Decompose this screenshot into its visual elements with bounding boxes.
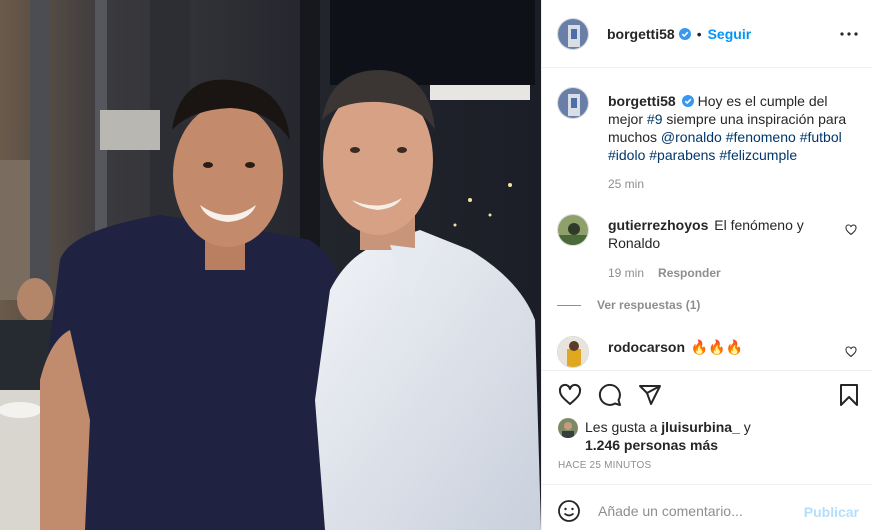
hashtag-link[interactable]: #futbol [800,129,842,145]
separator-dot: • [696,25,702,42]
hashtag-link[interactable]: #felizcumple [719,147,797,163]
comment-meta: 19 min Responder [608,266,721,280]
comment-text: rodocarson 🔥🔥🔥 [608,338,848,356]
replies-line [557,304,581,306]
post-dialog: borgetti58 • Seguir borgetti58 Hoy es el… [0,0,872,530]
likes-prefix: Les gusta a [585,419,658,435]
commenter-username[interactable]: gutierrezhoyos [608,217,708,233]
verified-badge-icon [678,27,691,40]
caption-text: borgetti58 Hoy es el cumple del mejor #9… [608,92,848,164]
add-comment-bar: Publicar [542,484,872,530]
mention-link[interactable]: @ronaldo [661,129,722,145]
post-timestamp[interactable]: Hace 25 minutos [558,460,651,471]
photo-illustration [0,0,541,530]
comment-body: 🔥🔥🔥 [690,339,744,355]
post-side-panel: borgetti58 • Seguir borgetti58 Hoy es el… [541,0,872,530]
view-replies-label: Ver respuestas (1) [597,298,701,312]
more-options-icon[interactable] [837,22,861,46]
reply-button[interactable]: Responder [658,266,721,280]
hashtag-link[interactable]: #idolo [608,147,645,163]
post-photo[interactable] [0,0,541,530]
comments-list[interactable]: borgetti58 Hoy es el cumple del mejor #9… [542,69,872,370]
hashtag-link[interactable]: #9 [647,111,663,127]
commenter-avatar[interactable] [557,336,589,368]
verified-badge-icon [681,95,694,107]
emoji-icon[interactable] [557,499,581,523]
comment-text: gutierrezhoyos El fenómeno y Ronaldo [608,216,848,252]
post-header: borgetti58 • Seguir [542,0,872,68]
bookmark-icon[interactable] [837,383,861,407]
caption-age[interactable]: 25 min [608,177,644,191]
hashtag-link[interactable]: #parabens [649,147,715,163]
heart-icon[interactable] [558,383,582,407]
like-comment-heart-icon[interactable] [845,346,857,358]
view-replies-button[interactable]: Ver respuestas (1) [557,298,700,312]
comment-age[interactable]: 19 min [608,266,644,280]
likes-suffix: y [743,419,751,435]
caption-username[interactable]: borgetti58 [608,93,676,109]
likes-others-link[interactable]: 1.246 personas más [585,437,718,453]
liker-avatar[interactable] [558,418,578,438]
like-comment-heart-icon[interactable] [845,224,857,236]
share-icon[interactable] [638,383,662,407]
commenter-avatar[interactable] [557,214,589,246]
follow-button[interactable]: Seguir [708,26,752,42]
liker-username[interactable]: jluisurbina_ [661,419,740,435]
comment-icon[interactable] [598,383,622,407]
likes-line: Les gusta a jluisurbina_ y [585,419,751,435]
hashtag-link[interactable]: #fenomeno [726,129,796,145]
add-comment-input[interactable] [598,500,798,522]
author-avatar[interactable] [557,87,589,119]
author-avatar[interactable] [557,17,589,50]
commenter-username[interactable]: rodocarson [608,339,685,355]
action-bar [542,370,872,414]
publish-button[interactable]: Publicar [804,504,859,520]
author-username[interactable]: borgetti58 [607,26,675,42]
